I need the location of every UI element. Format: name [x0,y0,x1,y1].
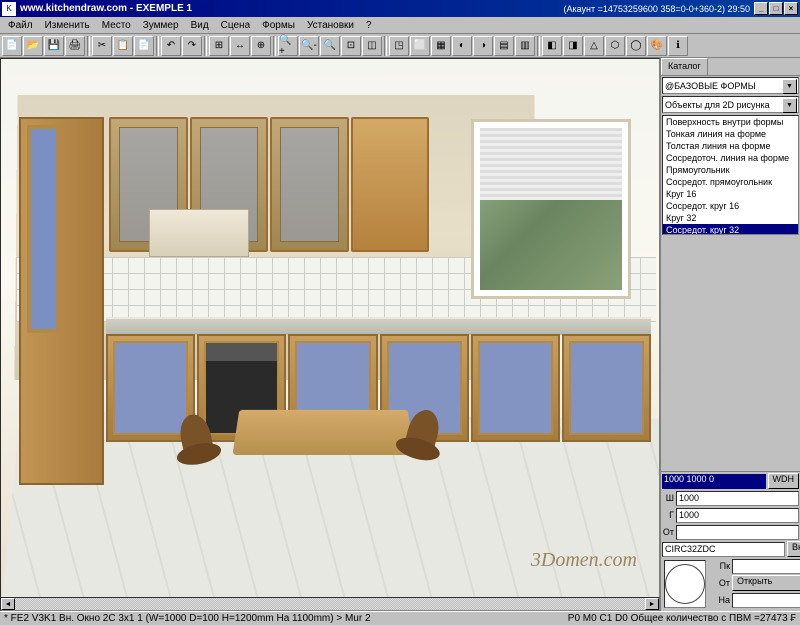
menu-сцена[interactable]: Сцена [215,19,256,32]
toolbar-btn-26[interactable]: △ [584,36,604,56]
toolbar-btn-15[interactable]: ⊡ [341,36,361,56]
toolbar-btn-13[interactable]: 🔍- [299,36,319,56]
tab-catalog[interactable]: Каталог [661,58,708,75]
tall-cabinet[interactable] [19,117,104,485]
list-item[interactable]: Круг 16 [663,188,798,200]
list-item[interactable]: Сосредот. круг 16 [663,200,798,212]
toolbar-btn-14[interactable]: 🔍 [320,36,340,56]
toolbar-btn-4[interactable]: ✂ [92,36,112,56]
category-combo[interactable]: Объекты для 2D рисунка [662,96,799,113]
list-item[interactable]: Тонкая линия на форме [663,128,798,140]
menu-изменить[interactable]: Изменить [39,19,96,32]
list-item[interactable]: Сосредот. прямоугольник [663,176,798,188]
toolbar-btn-28[interactable]: ◯ [626,36,646,56]
list-item[interactable]: Прямоугольник [663,164,798,176]
window-object[interactable] [471,119,631,299]
shape-preview [664,560,706,608]
insert-button[interactable]: Внести [787,541,800,557]
offset-label: От [662,527,674,537]
code-input[interactable] [662,542,785,557]
titlebar: K www.kitchendraw.com - EXEMPLE 1 (Акаун… [0,0,800,17]
na-label: На [708,595,730,605]
menu-место[interactable]: Место [96,19,137,32]
toolbar-btn-0[interactable]: 📄 [2,36,22,56]
toolbar-btn-24[interactable]: ◧ [542,36,562,56]
catalog-combo[interactable]: @БАЗОВЫЕ ФОРМЫ [662,77,799,94]
menu-?[interactable]: ? [360,19,378,32]
toolbar-btn-25[interactable]: ◨ [563,36,583,56]
properties-panel: 1000 1000 0 WDH Ш Г От Внести [661,471,800,611]
toolbar-btn-1[interactable]: 📂 [23,36,43,56]
list-item[interactable]: Поверхность внутри формы [663,116,798,128]
toolbar-btn-10[interactable]: ↔ [230,36,250,56]
dining-table[interactable] [232,410,414,455]
pk-label: Пк [708,561,730,571]
range-hood[interactable] [149,209,249,257]
scroll-left-icon[interactable]: ◄ [1,598,15,610]
toolbar-btn-30[interactable]: ℹ [668,36,688,56]
toolbar-btn-19[interactable]: ▦ [431,36,451,56]
ot-label: От [708,578,730,588]
scroll-right-icon[interactable]: ► [645,598,659,610]
pk-input[interactable] [732,559,800,574]
open-button[interactable]: Открыть [732,575,800,591]
toolbar-btn-17[interactable]: ◳ [389,36,409,56]
depth-label: Г [662,510,674,520]
toolbar-btn-18[interactable]: ⬜ [410,36,430,56]
dims-header: 1000 1000 0 [662,474,766,489]
catalog-panel: Каталог @БАЗОВЫЕ ФОРМЫ Объекты для 2D ри… [660,58,800,611]
toolbar-btn-12[interactable]: 🔍+ [278,36,298,56]
toolbar-btn-5[interactable]: 📋 [113,36,133,56]
shapes-listbox[interactable]: Поверхность внутри формыТонкая линия на … [662,115,799,235]
app-icon: K [2,2,16,16]
toolbar-btn-9[interactable]: ⊞ [209,36,229,56]
kitchen-render [1,59,659,610]
menu-зуммер[interactable]: Зуммер [137,19,185,32]
menu-вид[interactable]: Вид [185,19,215,32]
status-left: * FE2 V3K1 Вн. Окно 2С 3х1 1 (W=1000 D=1… [4,613,371,624]
close-button[interactable]: × [784,2,798,15]
offset-input[interactable] [676,525,799,540]
toolbar-btn-3[interactable]: 🖨 [65,36,85,56]
maximize-button[interactable]: □ [769,2,783,15]
menu-установки[interactable]: Установки [301,19,360,32]
toolbar-btn-20[interactable]: ◐ [452,36,472,56]
toolbar: 📄📂💾🖨✂📋📄↶↷⊞↔⊕🔍+🔍-🔍⊡◫◳⬜▦◐◑▤▥◧◨△⬡◯🎨ℹ [0,34,800,58]
status-right: P0 M0 C1 D0 Общее количество с ПВМ =2747… [568,613,796,624]
depth-input[interactable] [676,508,799,523]
toolbar-btn-23[interactable]: ▥ [515,36,535,56]
account-info: (Акаунт =14753259600 358=0-0+360-2) 29:5… [563,4,750,14]
countertop[interactable] [106,317,651,335]
3d-viewport[interactable]: 3Domen.com [0,58,660,611]
menu-файл[interactable]: Файл [2,19,39,32]
menubar: ФайлИзменитьМестоЗуммерВидСценаФормыУста… [0,17,800,34]
list-item[interactable]: Круг 32 [663,212,798,224]
toolbar-btn-22[interactable]: ▤ [494,36,514,56]
statusbar: * FE2 V3K1 Вн. Окно 2С 3х1 1 (W=1000 D=1… [0,611,800,625]
minimize-button[interactable]: _ [754,2,768,15]
menu-формы[interactable]: Формы [256,19,301,32]
list-item[interactable]: Сосредот. круг 32 [663,224,798,235]
width-label: Ш [662,493,674,503]
watermark: 3Domen.com [531,549,637,572]
list-item[interactable]: Толстая линия на форме [663,140,798,152]
toolbar-btn-8[interactable]: ↷ [182,36,202,56]
list-item[interactable]: Сосредоточ. линия на форме [663,152,798,164]
na-input[interactable] [732,593,800,608]
horizontal-scrollbar[interactable]: ◄ ► [0,597,660,611]
toolbar-btn-21[interactable]: ◑ [473,36,493,56]
toolbar-btn-6[interactable]: 📄 [134,36,154,56]
toolbar-btn-27[interactable]: ⬡ [605,36,625,56]
toolbar-btn-29[interactable]: 🎨 [647,36,667,56]
width-input[interactable] [676,491,799,506]
titlebar-text: www.kitchendraw.com - EXEMPLE 1 [20,3,192,14]
toolbar-btn-11[interactable]: ⊕ [251,36,271,56]
toolbar-btn-16[interactable]: ◫ [362,36,382,56]
wdh-button[interactable]: WDH [768,473,800,489]
toolbar-btn-2[interactable]: 💾 [44,36,64,56]
toolbar-btn-7[interactable]: ↶ [161,36,181,56]
